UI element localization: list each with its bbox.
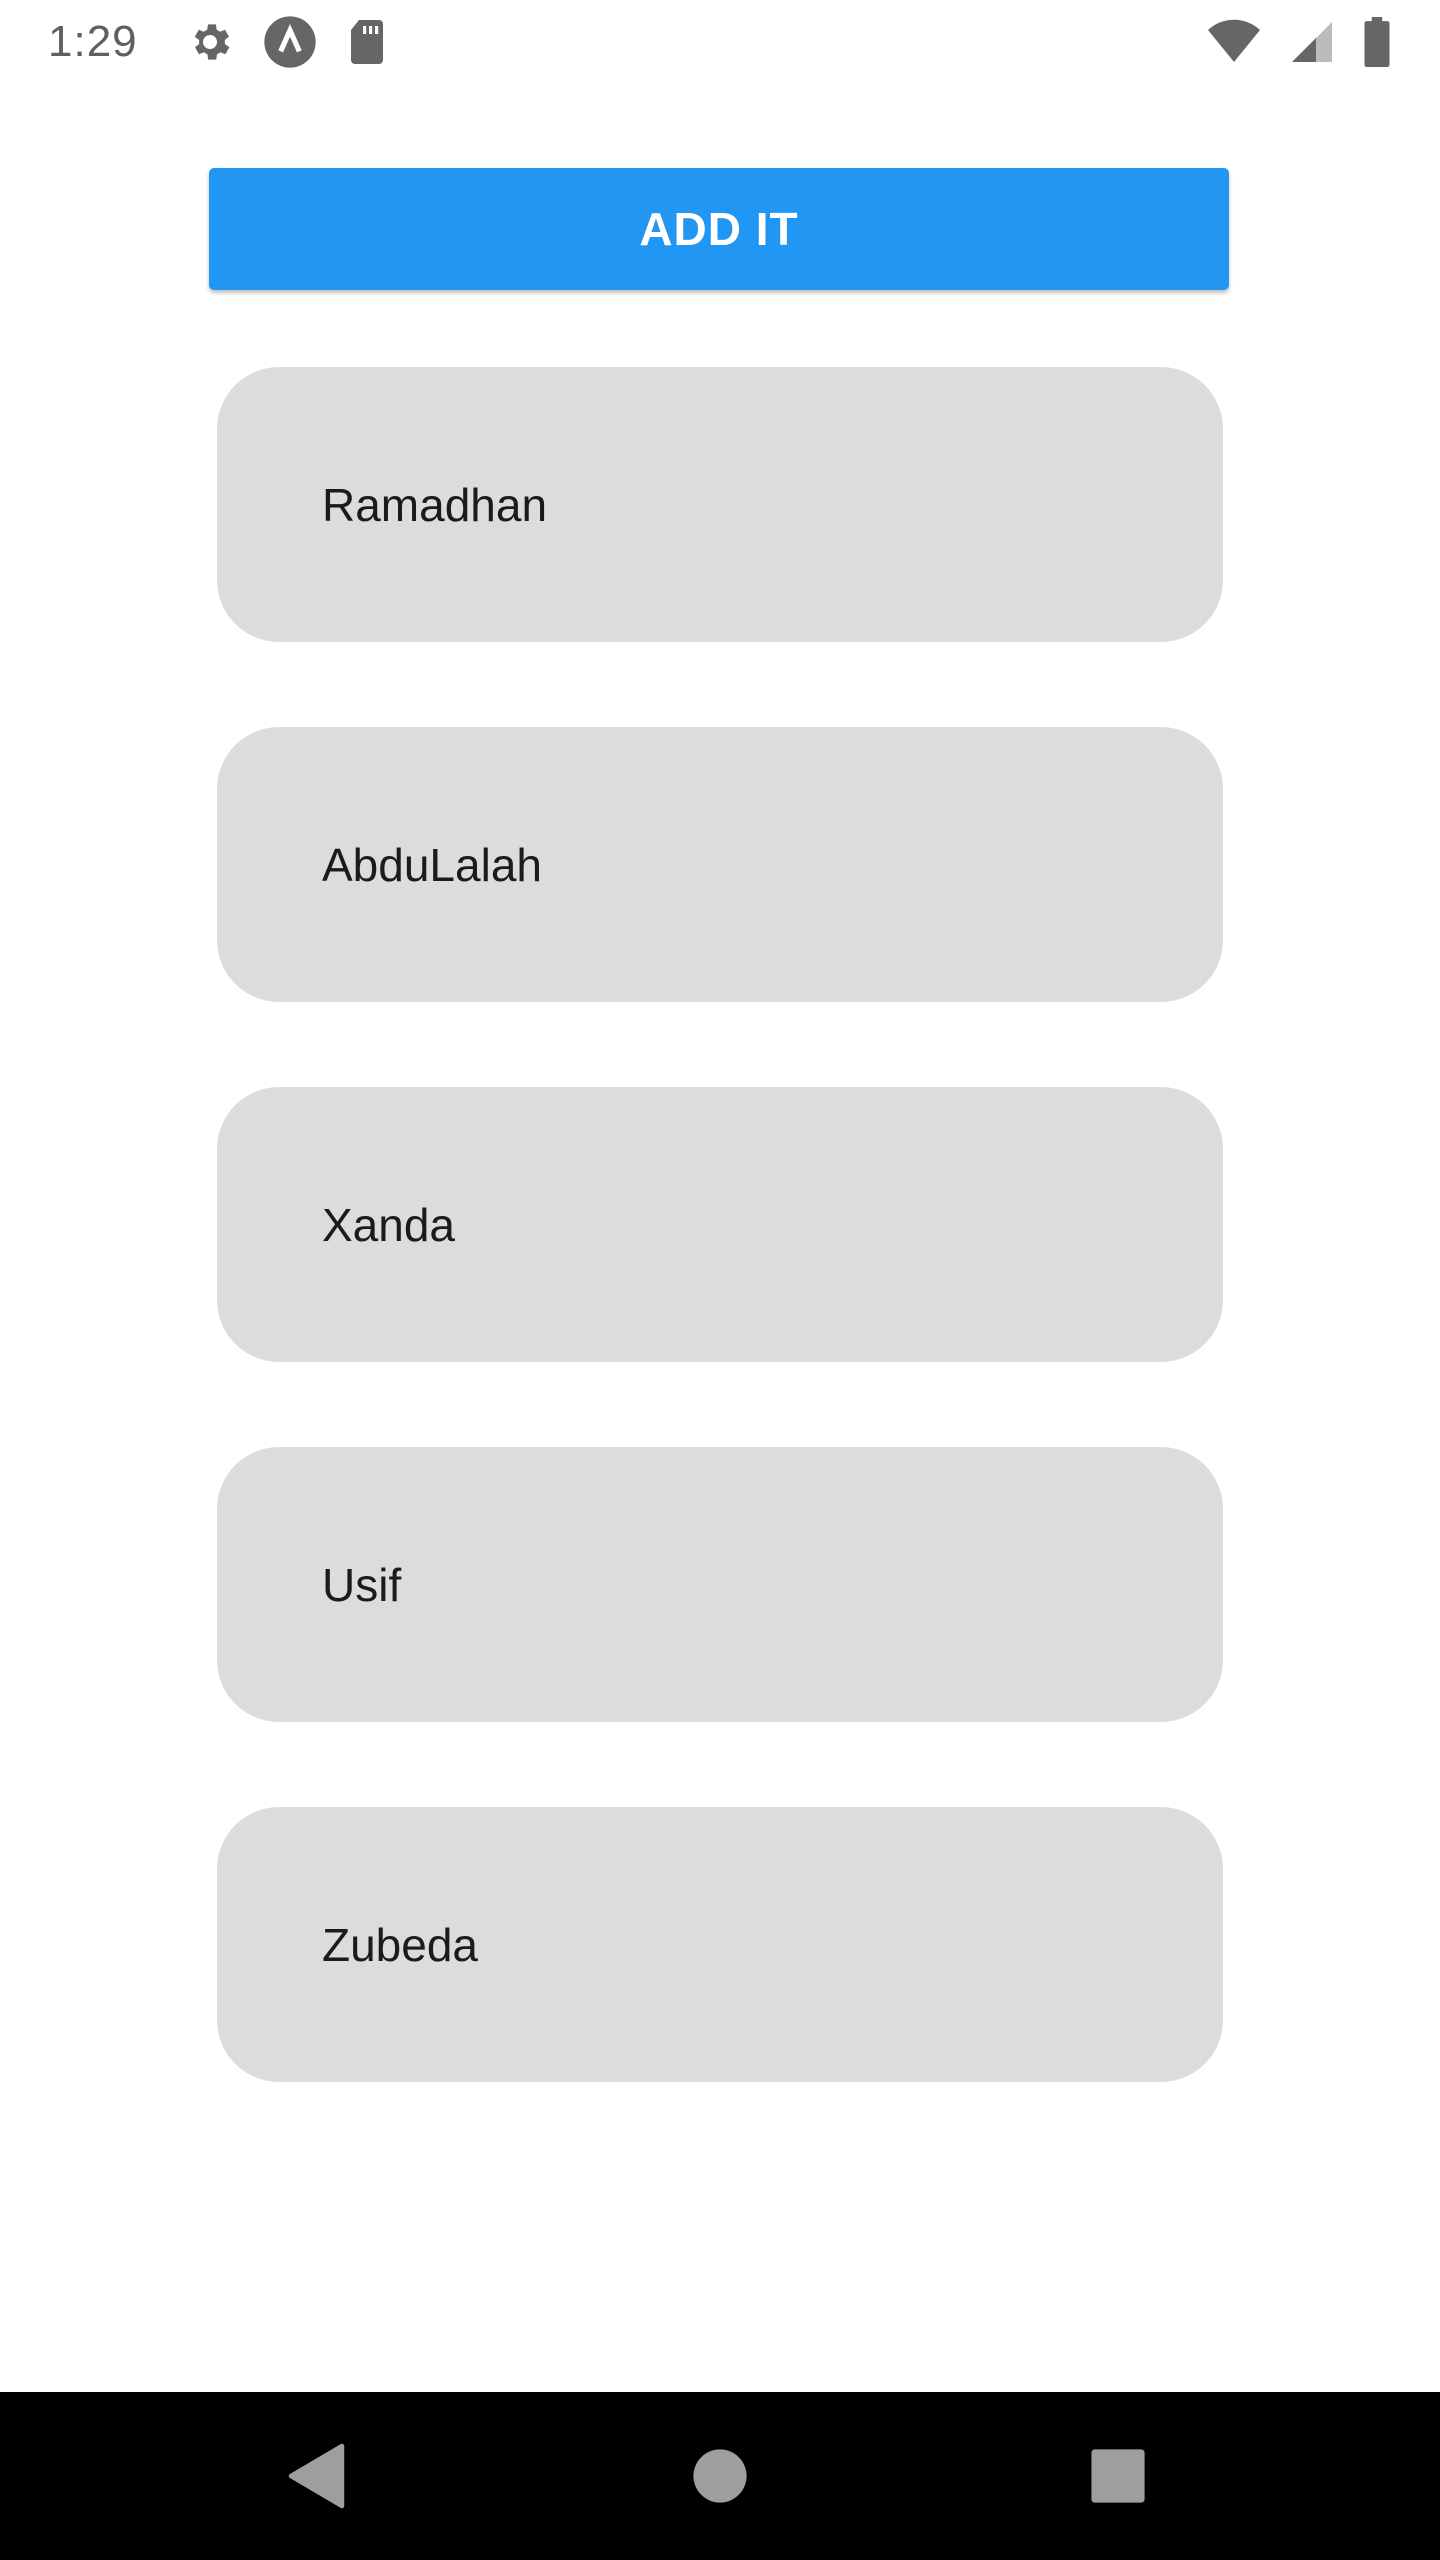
battery-icon — [1362, 17, 1392, 67]
home-button[interactable] — [636, 2392, 804, 2560]
list-item-label: Xanda — [322, 1198, 456, 1251]
status-left: 1:29 — [48, 14, 388, 70]
a-circle-icon — [262, 14, 318, 70]
list-item-label: Zubeda — [322, 1918, 479, 1971]
name-list: Ramadhan AbduLalah Xanda Usif Zubeda — [217, 367, 1223, 2167]
list-item-label: Ramadhan — [322, 478, 548, 531]
sd-card-icon — [346, 18, 388, 66]
cell-signal-icon — [1288, 18, 1336, 66]
status-right — [1206, 17, 1392, 67]
back-button[interactable] — [234, 2392, 402, 2560]
navigation-bar — [0, 2392, 1440, 2560]
add-it-button[interactable]: ADD IT — [209, 168, 1229, 290]
recents-button[interactable] — [1034, 2392, 1202, 2560]
list-item-label: AbduLalah — [322, 838, 542, 891]
gear-icon — [186, 18, 234, 66]
home-icon — [693, 2449, 747, 2503]
list-item[interactable]: Zubeda — [217, 1807, 1223, 2082]
wifi-icon — [1206, 18, 1262, 66]
status-bar: 1:29 — [0, 0, 1440, 84]
list-item[interactable]: Xanda — [217, 1087, 1223, 1362]
app-screen: 1:29 ADD IT Ramadhan AbduLalah Xanda Usi… — [0, 0, 1440, 2560]
list-item[interactable]: AbduLalah — [217, 727, 1223, 1002]
recents-icon — [1091, 2449, 1145, 2503]
list-item-label: Usif — [322, 1558, 402, 1611]
back-icon — [288, 2443, 345, 2509]
status-time: 1:29 — [48, 17, 138, 66]
status-icons-left — [186, 14, 388, 70]
list-item[interactable]: Usif — [217, 1447, 1223, 1722]
list-item[interactable]: Ramadhan — [217, 367, 1223, 642]
